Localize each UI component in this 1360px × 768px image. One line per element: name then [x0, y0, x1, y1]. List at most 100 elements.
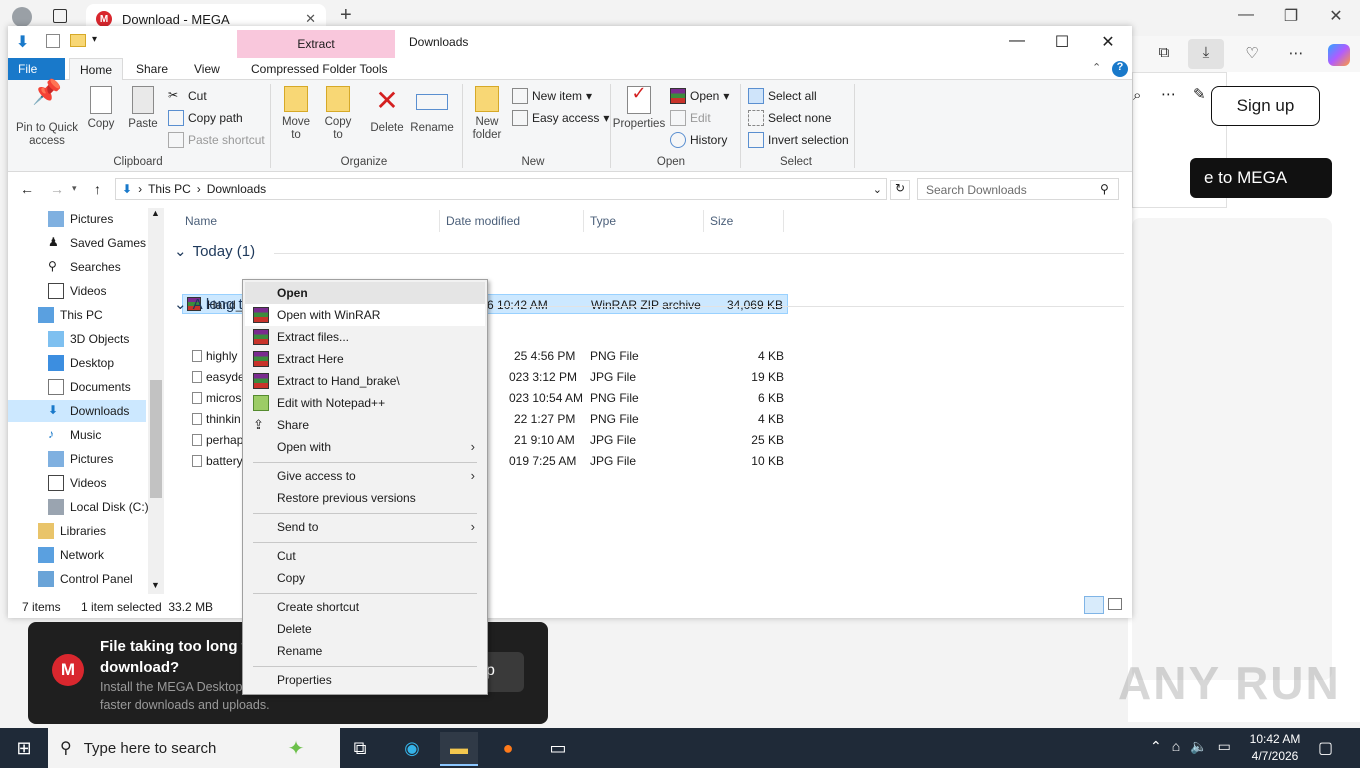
forward-arrow-icon[interactable]: → [50, 181, 64, 197]
cut-button[interactable]: ✂ Cut [168, 88, 207, 104]
nav-item-pictures-2[interactable]: Pictures [48, 448, 113, 470]
menu-item-extract-to[interactable]: Extract to Hand_brake\ [245, 370, 485, 392]
terminal-icon[interactable]: ▭ [540, 734, 576, 762]
menu-item-rename[interactable]: Rename [245, 640, 485, 662]
nav-item-network[interactable]: Network [38, 544, 104, 566]
scroll-up-icon[interactable]: ▲ [151, 208, 160, 218]
tab-share[interactable]: Share [126, 58, 178, 80]
explorer-close-button[interactable]: ✕ [1085, 32, 1131, 52]
file-explorer-icon[interactable]: ▬ [440, 732, 478, 766]
windows-start-icon[interactable]: ⊞ [6, 734, 42, 762]
breadcrumb-this-pc[interactable]: This PC [148, 182, 191, 196]
group-long-ago[interactable]: ⌄ A long t [174, 295, 243, 314]
delete-button[interactable]: ✕ Delete [368, 86, 406, 135]
extract-context-tab[interactable]: Extract [237, 30, 395, 58]
network-icon[interactable]: ⌂ [1172, 738, 1180, 755]
nav-item-3d-objects[interactable]: 3D Objects [48, 328, 129, 350]
sign-up-button[interactable]: Sign up [1211, 86, 1320, 126]
copy-to-button[interactable]: Copy to [320, 86, 356, 142]
select-all-button[interactable]: Select all [748, 88, 817, 104]
scroll-down-icon[interactable]: ▼ [151, 580, 160, 590]
pin-quick-access-button[interactable]: 📌 Pin to Quick access [14, 81, 80, 148]
menu-item-properties[interactable]: Properties [245, 669, 485, 691]
tab-close-icon[interactable]: ✕ [305, 11, 316, 27]
new-folder-button[interactable]: New folder [468, 86, 506, 142]
move-to-button[interactable]: Move to [278, 86, 314, 142]
edit-button[interactable]: Edit [670, 110, 711, 126]
select-none-button[interactable]: Select none [748, 110, 831, 126]
firefox-icon[interactable]: ● [490, 734, 526, 762]
open-button[interactable]: Open ▾ [670, 88, 729, 104]
nav-item-pictures[interactable]: Pictures [48, 208, 113, 230]
copilot-icon[interactable] [1328, 44, 1350, 66]
menu-item-send-to[interactable]: Send to › [245, 516, 485, 538]
new-item-button[interactable]: New item ▾ [512, 88, 592, 104]
easy-access-button[interactable]: Easy access ▾ [512, 110, 609, 126]
tab-view[interactable]: View [184, 58, 230, 80]
collections-icon[interactable]: ⧉ [1154, 44, 1174, 64]
search-highlight-icon[interactable]: ✦ [266, 734, 326, 762]
explorer-minimize-button[interactable]: — [994, 32, 1040, 50]
column-date-modified[interactable]: Date modified [446, 214, 520, 228]
customize-qa-icon[interactable]: ▾ [92, 34, 97, 45]
tab-home[interactable]: Home [69, 58, 124, 80]
menu-item-give-access[interactable]: Give access to › [245, 465, 485, 487]
up-arrow-icon[interactable]: ↑ [94, 181, 101, 197]
menu-item-share[interactable]: ⇪ Share [245, 414, 485, 436]
menu-item-cut[interactable]: Cut [245, 545, 485, 567]
browser-restore-button[interactable]: ❐ [1271, 6, 1311, 26]
nav-item-searches[interactable]: ⚲ Searches [48, 256, 121, 278]
nav-item-downloads[interactable]: ⬇ Downloads [8, 400, 146, 422]
nav-item-local-disk[interactable]: Local Disk (C:) [48, 496, 149, 518]
notification-center-icon[interactable]: ▢ [1318, 738, 1333, 758]
group-today[interactable]: ⌄ Today (1) [174, 242, 255, 261]
nav-item-saved-games[interactable]: ♟ Saved Games [48, 232, 146, 254]
nav-item-libraries[interactable]: Libraries [38, 520, 106, 542]
column-size[interactable]: Size [710, 214, 733, 228]
menu-item-extract-here[interactable]: Extract Here [245, 348, 485, 370]
menu-item-copy[interactable]: Copy [245, 567, 485, 589]
new-folder-qa-icon[interactable] [70, 34, 86, 47]
flyout-search-icon[interactable]: ⌕ [1133, 87, 1141, 104]
column-name[interactable]: Name [185, 214, 217, 228]
paste-button[interactable]: Paste [126, 86, 160, 131]
nav-scrollbar[interactable]: ▲ ▼ [148, 208, 164, 594]
nav-item-documents[interactable]: Documents [48, 376, 131, 398]
invert-selection-button[interactable]: Invert selection [748, 132, 849, 148]
menu-item-create-shortcut[interactable]: Create shortcut [245, 596, 485, 618]
explorer-maximize-button[interactable]: ☐ [1039, 32, 1085, 52]
help-icon[interactable]: ? [1112, 61, 1128, 77]
column-type[interactable]: Type [590, 214, 616, 228]
nav-item-videos[interactable]: Videos [48, 280, 106, 302]
flyout-more-icon[interactable]: ⋯ [1161, 85, 1176, 103]
paste-shortcut-button[interactable]: Paste shortcut [168, 132, 265, 148]
tab-compressed-folder-tools[interactable]: Compressed Folder Tools [241, 58, 398, 80]
flyout-pin-icon[interactable]: ✎ [1193, 85, 1206, 103]
recent-locations-icon[interactable]: ▾ [72, 183, 77, 194]
nav-item-control-panel[interactable]: Control Panel [38, 568, 133, 590]
menu-item-extract-files[interactable]: Extract files... [245, 326, 485, 348]
menu-item-edit-notepad[interactable]: Edit with Notepad++ [245, 392, 485, 414]
copy-button[interactable]: Copy [84, 86, 118, 131]
menu-item-open-with-winrar[interactable]: Open with WinRAR [245, 304, 485, 326]
search-input[interactable]: Search Downloads [917, 178, 1119, 200]
address-dropdown-icon[interactable]: ⌄ [873, 183, 882, 196]
input-indicator-icon[interactable]: ▭ [1218, 738, 1231, 755]
nav-item-music[interactable]: ♪ Music [48, 424, 101, 446]
new-tab-button[interactable]: + [340, 4, 352, 27]
profile-avatar-icon[interactable] [12, 7, 32, 27]
refresh-icon[interactable]: ↻ [890, 180, 910, 200]
browser-minimize-button[interactable]: — [1226, 6, 1266, 24]
nav-item-videos-2[interactable]: Videos [48, 472, 106, 494]
large-icons-view-icon[interactable] [1108, 598, 1122, 610]
menu-item-open[interactable]: Open [245, 282, 485, 304]
edge-icon[interactable]: ◉ [394, 734, 430, 762]
ribbon-collapse-icon[interactable]: ⌃ [1092, 61, 1101, 74]
nav-item-this-pc[interactable]: This PC [38, 304, 103, 326]
address-bar[interactable]: ⬇ › This PC › Downloads ⌄ [115, 178, 887, 200]
tab-actions-icon[interactable] [53, 9, 67, 23]
rename-button[interactable]: Rename [410, 86, 454, 135]
taskbar-clock[interactable]: 10:42 AM 4/7/2026 [1246, 731, 1304, 765]
tab-file[interactable]: File [8, 58, 65, 80]
show-hidden-icons-icon[interactable]: ⌃ [1150, 738, 1162, 755]
